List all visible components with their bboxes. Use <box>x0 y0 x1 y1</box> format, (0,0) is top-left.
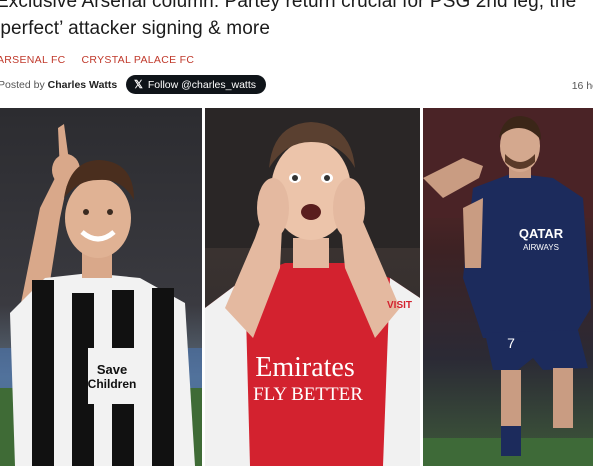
juventus-sponsor-line1: Save <box>97 362 127 377</box>
juventus-sponsor-line2: Children <box>88 377 137 391</box>
arsenal-sleeve-text: VISIT <box>387 300 412 311</box>
arsenal-shirt-sponsor: Emirates <box>255 352 355 383</box>
tag-crystal-palace-fc[interactable]: CRYSTAL PALACE FC <box>82 54 195 66</box>
follow-label: Follow @charles_watts <box>147 78 256 91</box>
psg-shorts-number: 7 <box>507 335 515 351</box>
photo-psg-player: QATAR AIRWAYS 7 <box>423 108 593 466</box>
headline-line-1: Exclusive Arsenal column: Partey return … <box>0 0 577 12</box>
byline-prefix: Posted by <box>0 79 48 91</box>
x-logo-icon: 𝕏 <box>134 79 143 91</box>
tag-arsenal-fc[interactable]: ARSENAL FC <box>0 54 66 66</box>
follow-button[interactable]: 𝕏 Follow @charles_watts <box>126 75 266 94</box>
author-link[interactable]: Charles Watts <box>48 79 118 91</box>
player-photo-collage: Save Children Emirates FLY BETTER VISIT … <box>0 108 593 466</box>
headline-line-2: ‘perfect’ attacker signing & more <box>0 18 270 39</box>
photo-arsenal-player: Emirates FLY BETTER VISIT <box>205 108 420 466</box>
photo-juventus-player: Save Children <box>0 108 202 466</box>
article-tags: ARSENAL FC CRYSTAL PALACE FC <box>0 54 194 66</box>
byline: Posted by Charles Watts <box>0 79 117 91</box>
psg-sponsor-line1: QATAR <box>519 226 564 241</box>
psg-sponsor-line2: AIRWAYS <box>523 243 559 252</box>
article-meta: Posted by Charles Watts 𝕏 Follow @charle… <box>0 75 593 95</box>
article-headline: Exclusive Arsenal column: Partey return … <box>0 0 593 42</box>
time-ago: 16 ho <box>571 80 593 92</box>
arsenal-shirt-slogan: FLY BETTER <box>253 384 363 405</box>
